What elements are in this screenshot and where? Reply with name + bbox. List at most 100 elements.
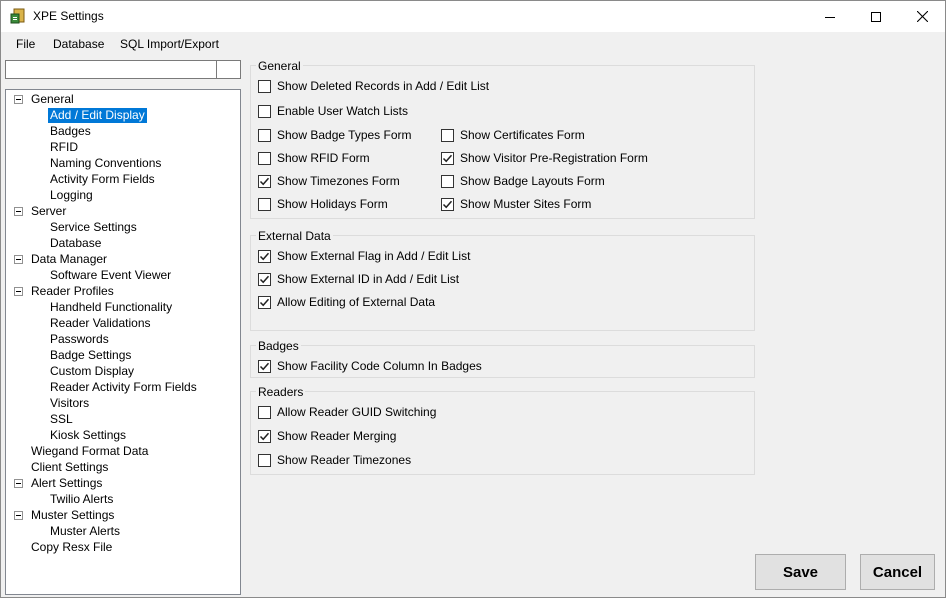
checkbox-box[interactable] bbox=[258, 79, 271, 93]
group-general-title: General bbox=[256, 59, 303, 73]
tree-collapse-icon[interactable] bbox=[14, 479, 23, 488]
checkbox-label: Show Certificates Form bbox=[460, 128, 585, 142]
checkbox-show-visitor-pre-registration-form[interactable]: Show Visitor Pre-Registration Form bbox=[441, 150, 648, 166]
checkbox-show-badge-layouts-form[interactable]: Show Badge Layouts Form bbox=[441, 173, 605, 189]
checkbox-box[interactable] bbox=[258, 453, 271, 467]
tree-node[interactable]: Custom Display bbox=[50, 364, 134, 379]
tree-node[interactable]: Software Event Viewer bbox=[50, 268, 171, 283]
tree-node[interactable]: Visitors bbox=[50, 396, 89, 411]
minimize-button[interactable] bbox=[807, 1, 853, 32]
checkbox-label: Show Badge Types Form bbox=[277, 128, 412, 142]
checkbox-box[interactable] bbox=[258, 197, 271, 211]
cancel-button[interactable]: Cancel bbox=[860, 554, 935, 590]
tree-node[interactable]: Muster Settings bbox=[31, 508, 114, 523]
tree-node[interactable]: Naming Conventions bbox=[50, 156, 161, 171]
menu-sql-import-export[interactable]: SQL Import/Export bbox=[120, 37, 219, 51]
tree-node[interactable]: Muster Alerts bbox=[50, 524, 120, 539]
tree-node[interactable]: RFID bbox=[50, 140, 78, 155]
checkbox-show-certificates-form[interactable]: Show Certificates Form bbox=[441, 127, 585, 143]
checkbox-allow-editing-external-data[interactable]: Allow Editing of External Data bbox=[258, 294, 435, 310]
tree-node[interactable]: Reader Profiles bbox=[31, 284, 114, 299]
checkbox-label: Allow Reader GUID Switching bbox=[277, 405, 437, 419]
checkbox-label: Show Facility Code Column In Badges bbox=[277, 359, 482, 373]
tree-node[interactable]: Logging bbox=[50, 188, 93, 203]
tree-collapse-icon[interactable] bbox=[14, 95, 23, 104]
menu-database[interactable]: Database bbox=[53, 37, 104, 51]
checkbox-label: Show Visitor Pre-Registration Form bbox=[460, 151, 648, 165]
checkbox-box[interactable] bbox=[441, 174, 454, 188]
group-external-data-title: External Data bbox=[256, 229, 333, 243]
tree-node[interactable]: General bbox=[31, 92, 74, 107]
checkbox-show-external-id[interactable]: Show External ID in Add / Edit List bbox=[258, 271, 459, 287]
tree-node[interactable]: Client Settings bbox=[31, 460, 108, 475]
checkbox-show-external-flag[interactable]: Show External Flag in Add / Edit List bbox=[258, 248, 470, 264]
checkbox-label: Show Deleted Records in Add / Edit List bbox=[277, 79, 490, 93]
checkbox-enable-user-watch-lists[interactable]: Enable User Watch Lists bbox=[258, 103, 408, 119]
checkbox-box[interactable] bbox=[258, 405, 271, 419]
tree-collapse-icon[interactable] bbox=[14, 287, 23, 296]
tree-node[interactable]: Kiosk Settings bbox=[50, 428, 126, 443]
checkbox-show-badge-types-form[interactable]: Show Badge Types Form bbox=[258, 127, 412, 143]
checkbox-show-timezones-form[interactable]: Show Timezones Form bbox=[258, 173, 400, 189]
checkbox-box[interactable] bbox=[258, 249, 271, 263]
tree-collapse-icon[interactable] bbox=[14, 255, 23, 264]
checkmark-icon bbox=[259, 298, 270, 306]
tree-node[interactable]: Server bbox=[31, 204, 66, 219]
checkbox-label: Show Timezones Form bbox=[277, 174, 400, 188]
group-badges-title: Badges bbox=[256, 339, 301, 353]
checkbox-show-rfid-form[interactable]: Show RFID Form bbox=[258, 150, 370, 166]
checkbox-box[interactable] bbox=[258, 272, 271, 286]
tree-collapse-icon[interactable] bbox=[14, 207, 23, 216]
checkbox-show-reader-merging[interactable]: Show Reader Merging bbox=[258, 428, 396, 444]
tree-node[interactable]: Add / Edit Display bbox=[48, 108, 147, 123]
tree-search-button[interactable] bbox=[216, 60, 241, 79]
checkbox-show-deleted-records[interactable]: Show Deleted Records in Add / Edit List bbox=[258, 78, 489, 94]
tree-node[interactable]: Twilio Alerts bbox=[50, 492, 113, 507]
checkbox-box[interactable] bbox=[258, 174, 271, 188]
checkbox-box[interactable] bbox=[258, 295, 271, 309]
tree-node[interactable]: Reader Validations bbox=[50, 316, 151, 331]
menu-bar: File Database SQL Import/Export bbox=[1, 32, 945, 56]
close-icon bbox=[916, 11, 928, 22]
checkbox-box[interactable] bbox=[258, 104, 271, 118]
checkbox-box[interactable] bbox=[441, 197, 454, 211]
checkbox-label: Allow Editing of External Data bbox=[277, 295, 436, 309]
checkbox-allow-reader-guid-switching[interactable]: Allow Reader GUID Switching bbox=[258, 404, 436, 420]
checkbox-box[interactable] bbox=[441, 128, 454, 142]
tree-search-input[interactable] bbox=[5, 60, 217, 79]
tree-node[interactable]: Copy Resx File bbox=[31, 540, 112, 555]
checkbox-box[interactable] bbox=[258, 151, 271, 165]
tree-node[interactable]: Reader Activity Form Fields bbox=[50, 380, 197, 395]
tree-node[interactable]: Handheld Functionality bbox=[50, 300, 172, 315]
tree-node[interactable]: Service Settings bbox=[50, 220, 137, 235]
checkbox-show-reader-timezones[interactable]: Show Reader Timezones bbox=[258, 452, 411, 468]
tree-node[interactable]: Badges bbox=[50, 124, 91, 139]
checkbox-label: Enable User Watch Lists bbox=[277, 104, 408, 118]
checkmark-icon bbox=[259, 275, 270, 283]
checkbox-label: Show Badge Layouts Form bbox=[460, 174, 605, 188]
settings-tree[interactable]: General Add / Edit Display Badges RFID Namin… bbox=[5, 89, 241, 595]
close-button[interactable] bbox=[899, 1, 945, 32]
tree-collapse-icon[interactable] bbox=[14, 511, 23, 520]
checkbox-show-holidays-form[interactable]: Show Holidays Form bbox=[258, 196, 388, 212]
maximize-button[interactable] bbox=[853, 1, 899, 32]
checkbox-label: Show RFID Form bbox=[277, 151, 370, 165]
window-title: XPE Settings bbox=[33, 9, 104, 23]
tree-node[interactable]: Wiegand Format Data bbox=[31, 444, 148, 459]
tree-node[interactable]: Data Manager bbox=[31, 252, 107, 267]
checkbox-box[interactable] bbox=[258, 359, 271, 373]
checkbox-box[interactable] bbox=[258, 429, 271, 443]
checkbox-show-muster-sites-form[interactable]: Show Muster Sites Form bbox=[441, 196, 591, 212]
tree-node[interactable]: Activity Form Fields bbox=[50, 172, 155, 187]
tree-node[interactable]: SSL bbox=[50, 412, 73, 427]
checkmark-icon bbox=[259, 432, 270, 440]
tree-node[interactable]: Database bbox=[50, 236, 101, 251]
save-button[interactable]: Save bbox=[755, 554, 846, 590]
tree-node[interactable]: Alert Settings bbox=[31, 476, 102, 491]
tree-node[interactable]: Passwords bbox=[50, 332, 109, 347]
checkbox-box[interactable] bbox=[258, 128, 271, 142]
tree-node[interactable]: Badge Settings bbox=[50, 348, 131, 363]
menu-file[interactable]: File bbox=[16, 37, 35, 51]
checkbox-show-facility-code-column[interactable]: Show Facility Code Column In Badges bbox=[258, 358, 482, 374]
checkbox-box[interactable] bbox=[441, 151, 454, 165]
